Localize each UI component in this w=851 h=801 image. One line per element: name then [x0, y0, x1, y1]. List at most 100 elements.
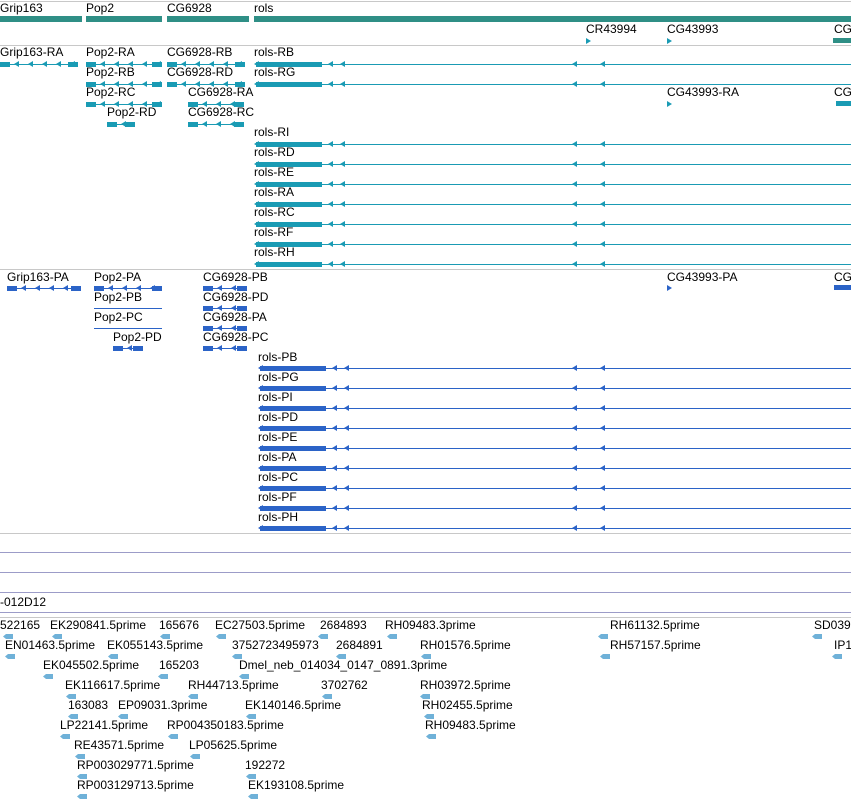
est-label[interactable]: SD039 [814, 619, 851, 632]
est-label[interactable]: RH09483.3prime [385, 619, 476, 632]
est-label[interactable]: RH61132.5prime [610, 619, 700, 632]
est-label[interactable]: EN01463.5prime [5, 639, 95, 652]
feature-label[interactable]: CG6928-PD [203, 291, 268, 304]
gene-label[interactable]: Pop2 [86, 2, 114, 15]
clone-label[interactable]: -012D12 [0, 596, 46, 609]
exon-block[interactable] [152, 62, 162, 67]
est-label[interactable]: RE43571.5prime [74, 739, 164, 752]
feature-label[interactable]: CG6928-RD [167, 66, 233, 79]
feature-label[interactable]: rols-RD [254, 146, 295, 159]
est-label[interactable]: RH01576.5prime [420, 639, 511, 652]
feature-label[interactable]: CG6928-RC [188, 106, 254, 119]
feature-label[interactable]: rols-RA [254, 186, 294, 199]
est-label[interactable]: EK045502.5prime [43, 659, 139, 672]
feature-label[interactable]: rols-PI [258, 391, 293, 404]
feature-label[interactable]: rols-RH [254, 246, 295, 259]
est-feature[interactable] [387, 634, 397, 639]
est-label[interactable]: RP003129713.5prime [77, 779, 194, 792]
est-label[interactable]: IP1 [834, 639, 851, 652]
est-label[interactable]: RH02455.5prime [422, 699, 513, 712]
feature-label[interactable]: rols-RI [254, 126, 289, 139]
est-feature[interactable] [168, 734, 178, 739]
feature-label[interactable]: CG6928-PA [203, 311, 267, 324]
est-feature[interactable] [426, 734, 436, 739]
est-label[interactable]: RH03972.5prime [420, 679, 511, 692]
feature-label[interactable]: rols-RG [254, 66, 295, 79]
est-label[interactable]: 165676 [159, 619, 199, 632]
est-label[interactable]: RH09483.5prime [425, 719, 516, 732]
feature-label[interactable]: rols-PF [258, 491, 297, 504]
exon-block[interactable] [203, 346, 213, 351]
genome-browser-canvas[interactable]: Grip163 Pop2 CG6928 rols CR43994 CG43993 CG Gri… [0, 0, 851, 801]
exon-block[interactable] [235, 62, 245, 67]
feature-label[interactable]: rols-RC [254, 206, 295, 219]
est-label[interactable]: RP004350183.5prime [167, 719, 284, 732]
feature-label[interactable]: rols-PC [258, 471, 298, 484]
gene-bar[interactable] [833, 38, 851, 43]
feature-label[interactable]: rols-RF [254, 226, 293, 239]
exon-block[interactable] [107, 122, 117, 127]
est-label[interactable]: EK055143.5prime [107, 639, 203, 652]
est-feature[interactable] [248, 794, 258, 799]
est-label[interactable]: EK290841.5prime [50, 619, 146, 632]
gene-bar[interactable] [254, 16, 851, 22]
est-feature[interactable] [5, 654, 15, 659]
gene-label[interactable]: CR43994 [586, 23, 637, 36]
exon-block[interactable] [234, 122, 244, 127]
est-label[interactable]: 3702762 [321, 679, 368, 692]
est-label[interactable]: Dmel_neb_014034_0147_0891.3prime [239, 659, 447, 672]
feature-label[interactable]: Pop2-RD [107, 106, 156, 119]
exon-block[interactable] [7, 286, 17, 291]
exon-block[interactable] [133, 346, 143, 351]
feature-label[interactable]: Grip163-PA [7, 271, 69, 284]
gene-label[interactable]: rols [254, 2, 273, 15]
gene-label[interactable]: Grip163 [0, 2, 43, 15]
est-label[interactable]: 522165 [0, 619, 40, 632]
feature-label[interactable]: CG [834, 271, 851, 284]
exon-block[interactable] [0, 62, 10, 67]
feature-label[interactable]: rols-PH [258, 511, 298, 524]
feature-label[interactable]: CG43993-PA [667, 271, 737, 284]
est-feature[interactable] [60, 734, 70, 739]
exon-block[interactable] [834, 285, 851, 290]
rols-exon[interactable] [256, 82, 322, 87]
est-label[interactable]: 163083 [68, 699, 108, 712]
est-label[interactable]: RP003029771.5prime [77, 759, 194, 772]
feature-label[interactable]: rols-PG [258, 371, 299, 384]
feature-label[interactable]: Pop2-PA [94, 271, 141, 284]
feature-label[interactable]: Pop2-PC [94, 311, 143, 324]
exon-block[interactable] [113, 346, 123, 351]
feature-label[interactable]: rols-PA [258, 451, 296, 464]
exon-block[interactable] [152, 286, 162, 291]
est-label[interactable]: 2684891 [336, 639, 383, 652]
est-label[interactable]: EK116617.5prime [65, 679, 160, 692]
gene-bar[interactable] [86, 16, 162, 22]
feature-label[interactable]: Pop2-PB [94, 291, 142, 304]
exon-block[interactable] [237, 346, 247, 351]
est-feature[interactable] [832, 654, 842, 659]
feature-label[interactable]: Pop2-PD [113, 331, 162, 344]
gene-bar[interactable] [167, 16, 249, 22]
feature-label[interactable]: CG6928-PC [203, 331, 268, 344]
feature-label[interactable]: rols-PE [258, 431, 297, 444]
feature-label[interactable]: rols-PB [258, 351, 297, 364]
est-feature[interactable] [812, 634, 822, 639]
est-label[interactable]: EK140146.5prime [245, 699, 341, 712]
feature-label[interactable]: CG43993-RA [667, 86, 739, 99]
exon-block[interactable] [125, 122, 135, 127]
rols-exon[interactable] [256, 262, 322, 267]
exon-block[interactable] [836, 101, 851, 106]
gene-label[interactable]: CG43993 [667, 23, 718, 36]
exon-block[interactable] [188, 122, 198, 127]
est-label[interactable]: 165203 [159, 659, 199, 672]
est-label[interactable]: EC27503.5prime [215, 619, 305, 632]
est-feature[interactable] [600, 654, 610, 659]
est-feature[interactable] [43, 674, 53, 679]
est-label[interactable]: EP09031.3prime [118, 699, 207, 712]
est-label[interactable]: RH57157.5prime [610, 639, 701, 652]
exon-block[interactable] [167, 82, 177, 87]
exon-block[interactable] [71, 286, 81, 291]
est-feature[interactable] [598, 634, 608, 639]
est-label[interactable]: 2684893 [320, 619, 367, 632]
gene-label[interactable]: CG [834, 23, 851, 36]
